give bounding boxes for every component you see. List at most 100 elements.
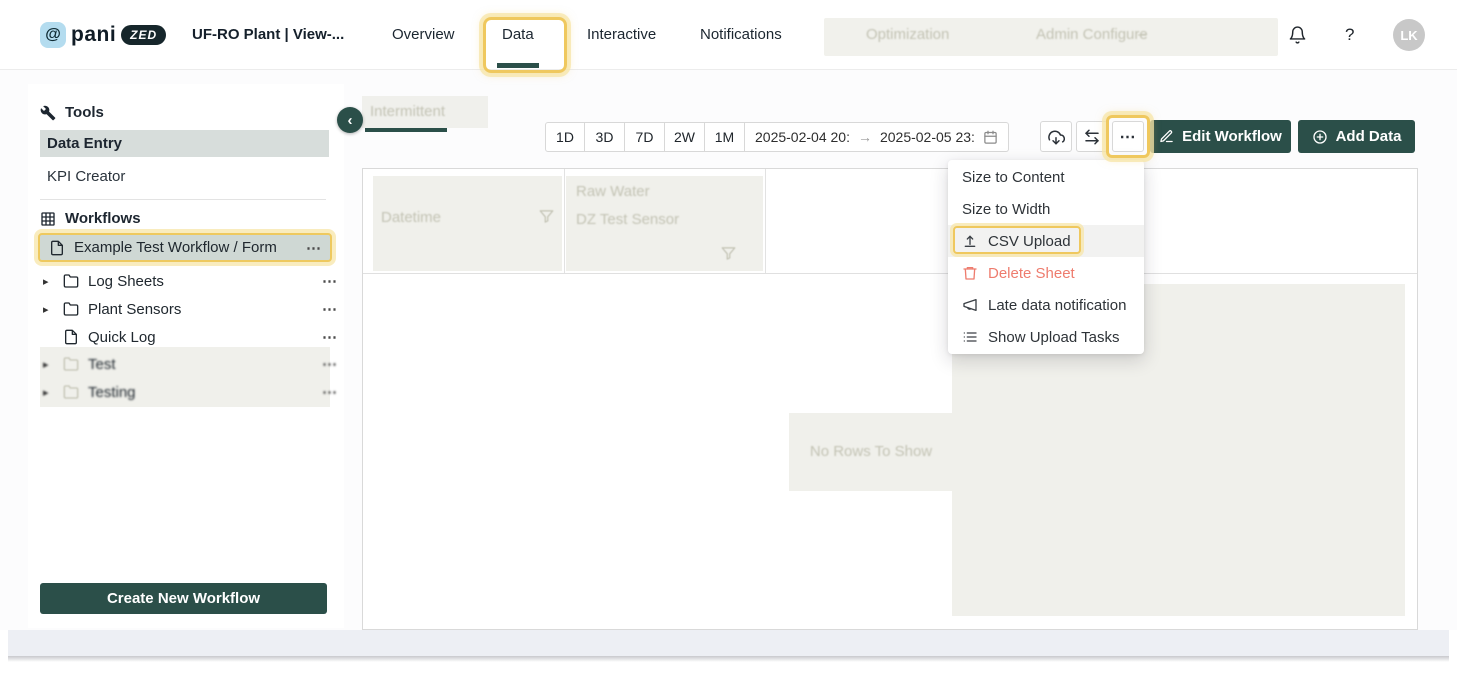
- date-arrow: →: [857, 129, 872, 145]
- workflow-item-plant-sensors[interactable]: ▸ Plant Sensors ⋯: [38, 296, 346, 322]
- plus-circle-icon: [1312, 129, 1327, 144]
- date-end-value[interactable]: 2025-02-05 23:: [880, 129, 975, 145]
- sidebar-item-data-entry[interactable]: Data Entry: [40, 130, 329, 157]
- expand-caret-icon: ▸: [43, 386, 49, 399]
- filter-funnel-icon[interactable]: [721, 246, 736, 261]
- expand-caret-icon[interactable]: ▸: [43, 275, 57, 288]
- menu-item-label: Delete Sheet: [988, 264, 1075, 282]
- sheet-tab-intermittent[interactable]: Intermittent: [370, 103, 445, 120]
- zed-badge: ZED: [121, 25, 167, 45]
- edit-workflow-label: Edit Workflow: [1182, 128, 1282, 145]
- menu-item-label: Show Upload Tasks: [988, 328, 1120, 346]
- range-7d-button[interactable]: 7D: [625, 122, 665, 152]
- add-data-button[interactable]: Add Data: [1298, 120, 1415, 153]
- row-menu-icon[interactable]: ⋯: [322, 272, 338, 290]
- data-grid: Datetime Raw Water DZ Test Sensor No Row…: [362, 168, 1418, 630]
- expand-caret-icon: ▸: [43, 358, 49, 371]
- sidebar: Tools Data Entry KPI Creator Workflows E…: [28, 84, 344, 628]
- range-1d-button[interactable]: 1D: [545, 122, 585, 152]
- tools-section-header: Tools: [40, 104, 104, 121]
- brand-name: pani: [71, 23, 117, 46]
- menu-item-label: Size to Content: [962, 168, 1065, 186]
- folder-icon: [63, 357, 79, 371]
- workflow-item-label: Log Sheets: [88, 272, 164, 290]
- tab-admin-configure-disabled: Admin Configure: [1036, 26, 1148, 43]
- menu-item-delete-sheet[interactable]: Delete Sheet: [948, 257, 1144, 289]
- window-bottom-strip: [8, 630, 1449, 656]
- swap-columns-button[interactable]: [1076, 121, 1108, 152]
- help-icon[interactable]: ?: [1345, 25, 1354, 45]
- row-menu-icon: ⋯: [322, 356, 338, 373]
- edit-workflow-button[interactable]: Edit Workflow: [1150, 120, 1291, 153]
- megaphone-icon: [963, 299, 977, 311]
- row-menu-icon[interactable]: ⋯: [322, 328, 338, 346]
- active-tab-indicator: [497, 63, 539, 68]
- pani-logo-icon: @: [40, 22, 66, 48]
- workflow-item-test-disabled: ▸ Test ⋯: [38, 351, 346, 377]
- create-new-workflow-button[interactable]: Create New Workflow: [40, 583, 327, 614]
- column-header-raw-water: Raw Water: [576, 183, 650, 200]
- workflow-item-label: Test: [88, 355, 116, 373]
- top-header: @ pani ZED UF-RO Plant | View-... Overvi…: [0, 0, 1457, 70]
- date-range-group: 1D 3D 7D 2W 1M 2025-02-04 20: → 2025-02-…: [545, 122, 1009, 152]
- workflow-item-label: Example Test Workflow / Form: [74, 239, 277, 256]
- menu-item-label: Size to Width: [962, 200, 1051, 218]
- menu-item-size-to-width[interactable]: Size to Width: [948, 193, 1144, 225]
- row-menu-icon[interactable]: ⋯: [306, 239, 322, 257]
- brand-logo[interactable]: @ pani ZED: [40, 19, 167, 51]
- date-start-value[interactable]: 2025-02-04 20:: [755, 129, 850, 145]
- calendar-icon[interactable]: [983, 130, 998, 145]
- folder-icon: [63, 302, 79, 316]
- workflow-item-label: Plant Sensors: [88, 300, 182, 318]
- menu-item-show-upload-tasks[interactable]: Show Upload Tasks: [948, 321, 1144, 353]
- trash-icon: [963, 267, 977, 280]
- folder-icon: [63, 274, 79, 288]
- download-cloud-button[interactable]: [1040, 121, 1072, 152]
- menu-item-csv-upload[interactable]: CSV Upload: [948, 225, 1144, 257]
- swap-arrows-icon: [1085, 129, 1099, 144]
- disabled-nav-dash: –: [1138, 26, 1147, 43]
- folder-icon: [63, 385, 79, 399]
- range-2w-button[interactable]: 2W: [665, 122, 705, 152]
- workflows-section-header: Workflows: [40, 210, 141, 227]
- column-header-dz-test-sensor: DZ Test Sensor: [576, 211, 680, 228]
- workflow-item-label: Quick Log: [88, 328, 156, 346]
- menu-item-size-to-content[interactable]: Size to Content: [948, 161, 1144, 193]
- row-menu-icon[interactable]: ⋯: [322, 300, 338, 318]
- tab-interactive[interactable]: Interactive: [587, 26, 656, 43]
- header-bottom-border: [363, 273, 1417, 274]
- bell-icon[interactable]: [1288, 25, 1307, 45]
- plant-title[interactable]: UF-RO Plant | View-...: [192, 26, 344, 43]
- row-menu-icon: ⋯: [322, 384, 338, 401]
- date-range-picker[interactable]: 2025-02-04 20: → 2025-02-05 23:: [745, 122, 1009, 152]
- tab-overview[interactable]: Overview: [392, 26, 455, 43]
- workflow-item-example-test[interactable]: Example Test Workflow / Form ⋯: [38, 233, 332, 262]
- upload-icon: [964, 235, 976, 247]
- tab-optimization-disabled: Optimization: [866, 26, 950, 43]
- workflow-item-testing-disabled: ▸ Testing ⋯: [38, 379, 346, 405]
- range-3d-button[interactable]: 3D: [585, 122, 625, 152]
- range-1m-button[interactable]: 1M: [705, 122, 745, 152]
- expand-caret-icon[interactable]: ▸: [43, 303, 57, 316]
- app-window: @ pani ZED UF-RO Plant | View-... Overvi…: [0, 0, 1457, 679]
- wrench-icon: [40, 105, 56, 120]
- sidebar-item-kpi-creator[interactable]: KPI Creator: [47, 168, 125, 185]
- avatar[interactable]: LK: [1393, 19, 1425, 51]
- add-data-label: Add Data: [1335, 128, 1402, 145]
- tab-notifications[interactable]: Notifications: [700, 26, 782, 43]
- menu-item-label: CSV Upload: [988, 232, 1071, 250]
- more-options-button[interactable]: ⋯: [1112, 121, 1144, 152]
- document-icon: [51, 240, 63, 255]
- no-rows-message: No Rows To Show: [809, 443, 933, 460]
- window-shadow: [8, 656, 1449, 662]
- workflow-item-log-sheets[interactable]: ▸ Log Sheets ⋯: [38, 268, 346, 294]
- column-separator: [564, 169, 565, 273]
- sidebar-collapse-button[interactable]: ‹: [337, 107, 363, 133]
- tab-data[interactable]: Data: [502, 26, 534, 43]
- cloud-download-icon: [1048, 130, 1065, 144]
- more-options-menu: Size to Content Size to Width CSV Upload…: [948, 160, 1144, 354]
- menu-item-late-data-notification[interactable]: Late data notification: [948, 289, 1144, 321]
- sheet-tab-indicator: [365, 128, 447, 132]
- column-header-datetime: Datetime: [381, 209, 442, 226]
- filter-funnel-icon[interactable]: [539, 209, 554, 224]
